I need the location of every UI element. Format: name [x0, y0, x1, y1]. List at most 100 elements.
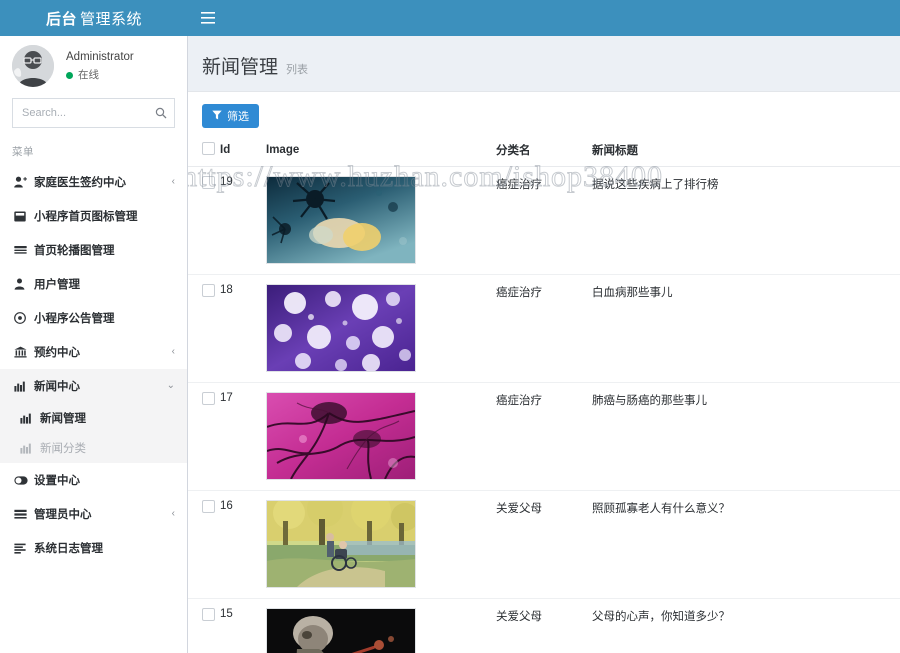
row-title[interactable]: 据说这些疾病上了排行榜	[592, 166, 900, 275]
news-table-wrapper: https://www.huzhan.com/ishop38400 Id Ima…	[188, 142, 900, 653]
column-select-all	[188, 142, 220, 167]
sidebar-item-news-management[interactable]: 新闻管理	[0, 403, 187, 433]
sidebar-item-home-carousel[interactable]: 首页轮播图管理	[0, 233, 187, 267]
row-id: 17	[220, 382, 266, 491]
select-all-checkbox[interactable]	[202, 142, 215, 155]
row-image-cell	[266, 166, 496, 275]
column-header-title: 新闻标题	[592, 142, 900, 167]
table-row[interactable]: 18 癌症治疗 白血病那些事儿	[188, 274, 900, 383]
row-title[interactable]: 白血病那些事儿	[592, 274, 900, 383]
brand-light-text: 管理系统	[80, 10, 143, 28]
search-icon[interactable]	[148, 99, 174, 127]
page-header: 新闻管理 列表	[188, 36, 900, 91]
sidebar-item-label: 新闻分类	[40, 443, 86, 455]
user-status: 在线	[66, 69, 134, 83]
column-header-id: Id	[220, 142, 266, 167]
user-panel: Administrator 在线	[0, 36, 187, 94]
sidebar-search	[12, 98, 175, 128]
sidebar-item-news-category[interactable]: 新闻分类	[0, 433, 187, 463]
sidebar-item-label: 小程序首页图标管理	[34, 211, 138, 223]
chevron-down-icon: ⌄	[166, 380, 175, 391]
row-checkbox[interactable]	[202, 176, 215, 189]
brand-logo[interactable]: 后台 管理系统	[0, 0, 188, 36]
row-image-cell	[266, 274, 496, 383]
table-row[interactable]: 15 关爱父母 父母的心声，你知道多少？	[188, 598, 900, 653]
news-thumbnail[interactable]	[266, 176, 416, 264]
online-dot-icon	[66, 71, 73, 79]
sidebar-item-label: 用户管理	[34, 279, 80, 291]
sidebar-item-miniapp-home-icons[interactable]: 小程序首页图标管理	[0, 199, 187, 233]
admin-dashboard: 后台 管理系统 Administrator 在线 Search... 菜单 家庭…	[0, 0, 900, 653]
sidebar-item-news-center[interactable]: 新闻中心 ⌄	[0, 369, 187, 403]
sidebar-item-label: 管理员中心	[34, 509, 92, 521]
table-row[interactable]: 16 关爱父母 照顾孤寡老人有什么意义？	[188, 490, 900, 599]
filter-button[interactable]: 筛选	[202, 104, 259, 128]
hamburger-icon[interactable]	[188, 0, 228, 36]
sidebar-item-label: 预约中心	[34, 347, 80, 359]
row-id: 18	[220, 274, 266, 383]
sidebar-item-label: 小程序公告管理	[34, 313, 115, 325]
sidebar-item-appointment-center[interactable]: 预约中心 ‹	[0, 335, 187, 369]
row-category: 癌症治疗	[496, 274, 592, 383]
chevron-left-icon: ‹	[171, 346, 175, 357]
row-title[interactable]: 照顾孤寡老人有什么意义？	[592, 490, 900, 599]
sidebar-item-miniapp-notice[interactable]: 小程序公告管理	[0, 301, 187, 335]
image-icon	[14, 211, 34, 222]
table-body: 19 癌症治疗 据说这些疾病上了排行榜 18 癌症治疗 白血病那些事儿 17 癌…	[188, 166, 900, 653]
sidebar-item-admin-center[interactable]: 管理员中心 ‹	[0, 497, 187, 531]
sidebar-item-label: 设置中心	[34, 475, 80, 487]
row-id: 15	[220, 598, 266, 653]
row-checkbox[interactable]	[202, 392, 215, 405]
news-thumbnail[interactable]	[266, 392, 416, 480]
menu-section-header: 菜单	[12, 146, 34, 158]
chart-bar-icon	[20, 413, 40, 424]
news-thumbnail[interactable]	[266, 500, 416, 588]
sidebar-item-label: 首页轮播图管理	[34, 245, 115, 257]
toggle-icon	[14, 475, 34, 485]
row-category: 癌症治疗	[496, 166, 592, 275]
table-row[interactable]: 19 癌症治疗 据说这些疾病上了排行榜	[188, 166, 900, 275]
sidebar-item-user-management[interactable]: 用户管理	[0, 267, 187, 301]
slider-icon	[14, 245, 34, 255]
news-thumbnail[interactable]	[266, 284, 416, 372]
row-checkbox[interactable]	[202, 500, 215, 513]
filter-button-label: 筛选	[227, 111, 249, 123]
row-select-cell	[188, 382, 220, 491]
row-category: 癌症治疗	[496, 382, 592, 491]
user-info: Administrator 在线	[66, 50, 134, 83]
funnel-icon	[212, 110, 222, 123]
user-name: Administrator	[66, 50, 134, 63]
user-plus-icon	[14, 176, 34, 188]
row-title[interactable]: 父母的心声，你知道多少？	[592, 598, 900, 653]
chevron-left-icon: ‹	[171, 176, 175, 187]
row-id: 16	[220, 490, 266, 599]
top-header-bar: 后台 管理系统	[0, 0, 900, 36]
table-header: Id Image 分类名 新闻标题	[188, 142, 900, 167]
content-panel: 筛选 https://www.huzhan.com/ishop38400 Id …	[188, 91, 900, 653]
list-icon	[14, 509, 34, 519]
bullhorn-icon	[14, 312, 34, 324]
avatar	[12, 45, 54, 87]
sidebar-item-label: 系统日志管理	[34, 543, 103, 555]
sidebar-item-settings-center[interactable]: 设置中心	[0, 463, 187, 497]
row-select-cell	[188, 598, 220, 653]
row-title[interactable]: 肺癌与肠癌的那些事儿	[592, 382, 900, 491]
page-title: 新闻管理	[202, 57, 279, 78]
sidebar-item-system-log[interactable]: 系统日志管理	[0, 531, 187, 565]
row-checkbox[interactable]	[202, 608, 215, 621]
news-thumbnail[interactable]	[266, 608, 416, 653]
chart-bar-icon	[14, 381, 34, 392]
row-checkbox[interactable]	[202, 284, 215, 297]
row-image-cell	[266, 598, 496, 653]
column-header-image: Image	[266, 142, 496, 167]
sidebar-item-family-doctor[interactable]: 家庭医生签约中心 ‹	[0, 165, 187, 199]
news-table: Id Image 分类名 新闻标题 19 癌症治疗 据说这些疾病上了排行榜 18…	[188, 142, 900, 653]
row-image-cell	[266, 490, 496, 599]
content-area: 新闻管理 列表 筛选 https://www.huzhan.com/ishop3…	[188, 36, 900, 653]
table-row[interactable]: 17 癌症治疗 肺癌与肠癌的那些事儿	[188, 382, 900, 491]
log-icon	[14, 543, 34, 554]
row-select-cell	[188, 490, 220, 599]
sidebar-item-label: 新闻管理	[40, 413, 86, 425]
table-header-row: Id Image 分类名 新闻标题	[188, 142, 900, 167]
row-category: 关爱父母	[496, 490, 592, 599]
